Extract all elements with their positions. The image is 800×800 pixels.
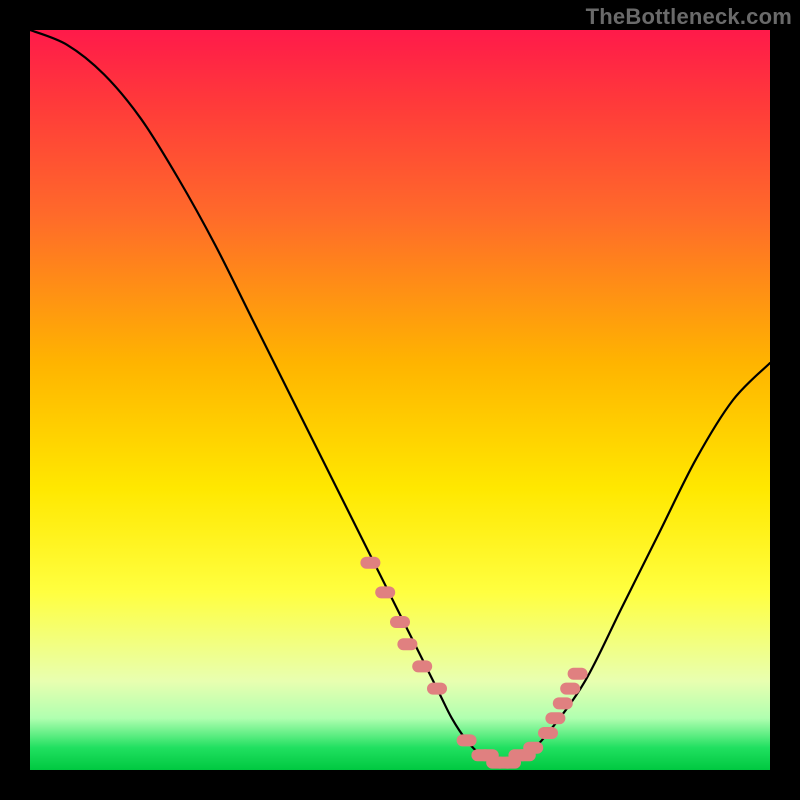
marker-dot bbox=[538, 727, 558, 739]
marker-group bbox=[360, 557, 587, 769]
chart-svg bbox=[30, 30, 770, 770]
marker-dot bbox=[523, 742, 543, 754]
chart-frame: TheBottleneck.com bbox=[0, 0, 800, 800]
marker-dot bbox=[412, 660, 432, 672]
marker-dot bbox=[375, 586, 395, 598]
plot-area bbox=[30, 30, 770, 770]
marker-dot bbox=[360, 557, 380, 569]
marker-dot bbox=[560, 683, 580, 695]
marker-dot bbox=[427, 683, 447, 695]
marker-dot bbox=[397, 638, 417, 650]
marker-dot bbox=[457, 734, 477, 746]
marker-dot bbox=[568, 668, 588, 680]
curve-path bbox=[30, 30, 770, 764]
marker-dot bbox=[545, 712, 565, 724]
marker-dot bbox=[390, 616, 410, 628]
watermark-text: TheBottleneck.com bbox=[586, 4, 792, 30]
marker-dot bbox=[553, 697, 573, 709]
